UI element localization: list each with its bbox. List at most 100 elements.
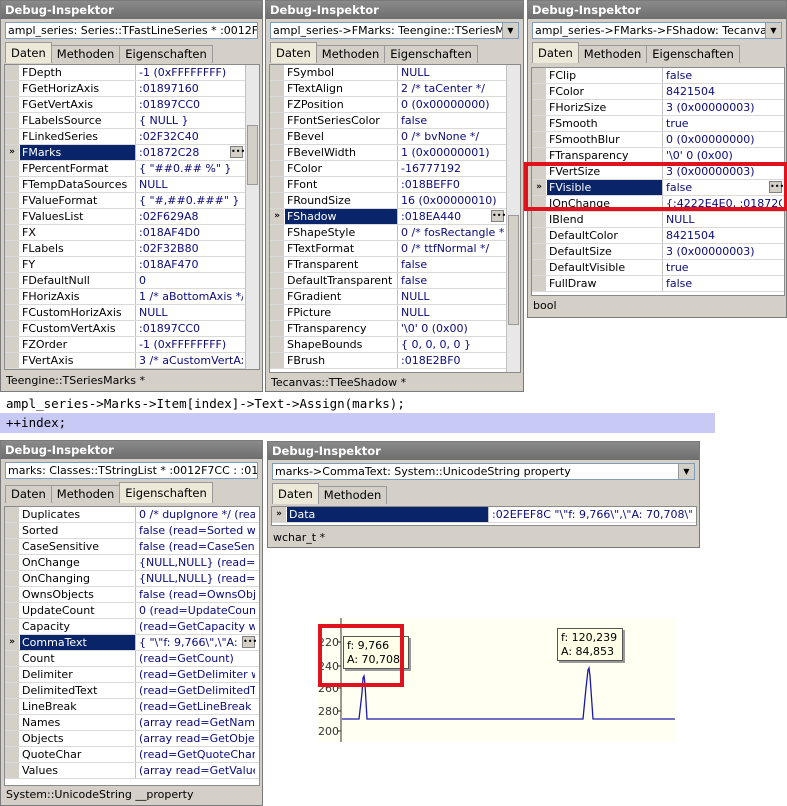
scroll-thumb[interactable] <box>508 215 519 325</box>
property-value[interactable]: true <box>663 116 782 131</box>
property-row[interactable]: FLinkedSeries:02F32C40 <box>5 129 259 145</box>
property-row[interactable]: Names (array read=GetName) <box>5 715 259 731</box>
tab-daten[interactable]: Daten <box>5 42 52 63</box>
property-row[interactable]: OnChange{NULL,NULL} (read=Or <box>5 555 259 571</box>
window-title[interactable]: Debug-Inspektor <box>266 1 523 19</box>
property-value[interactable]: :018AF4D0 <box>136 225 243 240</box>
property-value[interactable]: (read=GetLineBreak wi <box>136 699 255 714</box>
property-value[interactable]: 1 /* aBottomAxis */ <box>136 289 243 304</box>
tab-methoden[interactable]: Methoden <box>317 486 388 504</box>
property-row[interactable]: FVertAxis3 /* aCustomVertAxis */ <box>5 353 259 369</box>
property-row[interactable]: LineBreak (read=GetLineBreak wi <box>5 699 259 715</box>
property-row[interactable]: » CommaText{ "\"f: 9,766\",\"A: ••• <box>5 635 259 651</box>
chevron-down-icon[interactable]: ▼ <box>678 464 694 479</box>
property-row[interactable]: QuoteChar (read=GetQuoteChar <box>5 747 259 763</box>
property-value[interactable]: 0 <box>136 273 243 288</box>
expression-combo[interactable]: ampl_series: Series::TFastLineSeries * :… <box>5 22 258 39</box>
property-value[interactable]: NULL <box>136 177 243 192</box>
property-value[interactable]: { "\"f: 9,766\",\"A: <box>136 635 255 650</box>
property-value[interactable]: 0 (read=UpdateCount) <box>136 603 255 618</box>
tab-eigenschaften[interactable]: Eigenschaften <box>646 45 740 63</box>
property-value[interactable]: -16777192 <box>398 161 504 176</box>
property-row[interactable]: FGradient NULL <box>270 289 520 305</box>
property-value[interactable]: {NULL,NULL} (read=Or <box>136 555 255 570</box>
property-value[interactable]: :02F629A8 <box>136 209 243 224</box>
property-row[interactable]: FDepth -1 (0xFFFFFFFF) <box>5 65 259 81</box>
property-value[interactable]: '\0' 0 (0x00) <box>398 321 504 336</box>
property-value[interactable]: 3 /* aCustomVertAxis */ <box>136 353 243 368</box>
property-row[interactable]: FTextAlign 2 /* taCenter */ <box>270 81 520 97</box>
property-row[interactable]: FColor 8421504 <box>532 84 784 100</box>
property-value[interactable]: true <box>663 260 782 275</box>
property-row[interactable]: Duplicates 0 /* dupIgnore */ (read <box>5 507 259 523</box>
property-value[interactable]: { "##0.## %" } <box>136 161 243 176</box>
property-row[interactable]: Objects (array read=GetObjec <box>5 731 259 747</box>
property-value[interactable]: 16 (0x00000010) <box>398 193 504 208</box>
property-row[interactable]: DelimitedText(read=GetDelimitedTex <box>5 683 259 699</box>
chevron-down-icon[interactable]: ▼ <box>765 23 781 38</box>
vertical-scrollbar[interactable] <box>506 65 520 372</box>
property-value[interactable]: 2 /* taCenter */ <box>398 81 504 96</box>
property-value[interactable]: false <box>398 273 504 288</box>
property-row[interactable]: » Data:02EFEF8C "\"f: 9,766\",\"A: 70,708… <box>272 507 696 523</box>
property-row[interactable]: FPercentFormat{ "##0.## %" } <box>5 161 259 177</box>
expression-combo[interactable]: marks: Classes::TStringList * :0012F7CC … <box>5 462 258 479</box>
property-row[interactable]: CaseSensitive false (read=CaseSensi <box>5 539 259 555</box>
ellipsis-button[interactable]: ••• <box>230 146 245 158</box>
property-row[interactable]: FPicture NULL <box>270 305 520 321</box>
property-row[interactable]: DefaultVisible true <box>532 260 784 276</box>
property-value[interactable]: false (read=Sorted wri <box>136 523 255 538</box>
property-value[interactable]: 0 (0x00000000) <box>663 132 782 147</box>
property-row[interactable]: FDefaultNull 0 <box>5 273 259 289</box>
property-value[interactable]: 1 (0x00000001) <box>398 145 504 160</box>
property-value[interactable]: (read=GetDelimiter wri <box>136 667 255 682</box>
tab-daten[interactable]: Daten <box>270 42 317 63</box>
property-value[interactable]: :018BEFF0 <box>398 177 504 192</box>
property-value[interactable]: NULL <box>398 305 504 320</box>
property-row[interactable]: FSmoothBlur 0 (0x00000000) <box>532 132 784 148</box>
property-row[interactable]: FTempDataSources NULL <box>5 177 259 193</box>
property-row[interactable]: » FMarks:01872C28 ••• <box>5 145 259 161</box>
property-value[interactable]: -1 (0xFFFFFFFF) <box>136 65 243 80</box>
property-row[interactable]: DefaultColor 8421504 <box>532 228 784 244</box>
tab-methoden[interactable]: Methoden <box>577 45 648 63</box>
property-row[interactable]: FY:018AF470 <box>5 257 259 273</box>
expression-combo[interactable]: ampl_series->FMarks->FShadow: Tecanvas::… <box>532 22 782 39</box>
property-row[interactable]: FZOrder -1 (0xFFFFFFFF) <box>5 337 259 353</box>
property-row[interactable]: DefaultSize 3 (0x00000003) <box>532 244 784 260</box>
property-row[interactable]: FBevelWidth 1 (0x00000001) <box>270 145 520 161</box>
property-row[interactable]: FLabels:02F32B80 <box>5 241 259 257</box>
property-row[interactable]: FRoundSize 16 (0x00000010) <box>270 193 520 209</box>
tab-eigenschaften[interactable]: Eigenschaften <box>384 45 478 63</box>
window-title[interactable]: Debug-Inspektor <box>528 1 786 19</box>
property-value[interactable]: NULL <box>136 305 243 320</box>
property-value[interactable]: false <box>398 257 504 272</box>
property-value[interactable]: (read=GetCapacity wr <box>136 619 255 634</box>
property-row[interactable]: FFontSeriesColor false <box>270 113 520 129</box>
property-row[interactable]: UpdateCount 0 (read=UpdateCount) <box>5 603 259 619</box>
property-row[interactable]: FFont:018BEFF0 <box>270 177 520 193</box>
property-value[interactable]: (array read=GetObjec <box>136 731 255 746</box>
property-value[interactable]: false <box>398 113 504 128</box>
property-row[interactable]: DefaultTransparent false <box>270 273 520 289</box>
property-value[interactable]: (read=GetQuoteChar <box>136 747 255 762</box>
property-value[interactable]: 0 /* dupIgnore */ (read <box>136 507 255 522</box>
property-value[interactable]: :01897CC0 <box>136 97 243 112</box>
property-value[interactable]: 0 /* bvNone */ <box>398 129 504 144</box>
property-value[interactable]: :018E2BF0 <box>398 353 504 368</box>
property-row[interactable]: FBrush:018E2BF0 <box>270 353 520 369</box>
property-value[interactable]: 3 (0x00000003) <box>663 244 782 259</box>
chevron-down-icon[interactable]: ▼ <box>502 23 518 38</box>
property-row[interactable]: OnChanging{NULL,NULL} (read=Or <box>5 571 259 587</box>
property-row[interactable]: FullDraw false <box>532 276 784 292</box>
ellipsis-button[interactable]: ••• <box>242 636 257 648</box>
property-value[interactable]: :018AF470 <box>136 257 243 272</box>
property-value[interactable]: false <box>663 276 782 291</box>
property-value[interactable]: (read=GetDelimitedTex <box>136 683 255 698</box>
property-value[interactable]: (read=GetCount) <box>136 651 255 666</box>
property-value[interactable]: 0 (0x00000000) <box>398 97 504 112</box>
property-value[interactable]: :02F32B80 <box>136 241 243 256</box>
property-value[interactable]: (array read=GetValue <box>136 763 255 778</box>
property-row[interactable]: Count (read=GetCount) <box>5 651 259 667</box>
property-row[interactable]: FValueFormat{ "#,##0.###" } <box>5 193 259 209</box>
